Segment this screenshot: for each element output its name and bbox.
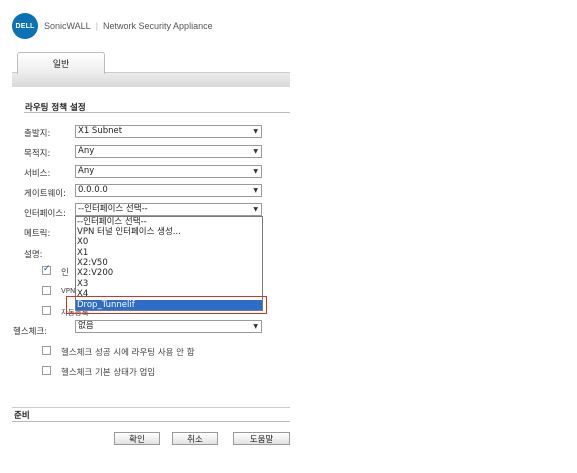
checkbox-3[interactable] xyxy=(42,306,51,315)
source-label: 출발지: xyxy=(24,129,51,139)
healthcheck-select[interactable]: 없음 ▼ xyxy=(75,320,262,333)
product-name: Network Security Appliance xyxy=(103,21,213,31)
checkbox-2-label: VPN xyxy=(61,287,76,295)
destination-label: 목적지: xyxy=(24,149,51,159)
highlight-box xyxy=(66,296,267,314)
dropdown-option[interactable]: X2:V50 xyxy=(77,258,108,268)
status-text: 준비 xyxy=(14,411,30,421)
brand-name: SonicWALL xyxy=(44,21,91,31)
dropdown-option[interactable]: X0 xyxy=(77,237,88,247)
tab-general[interactable]: 일반 xyxy=(17,52,105,74)
divider xyxy=(24,112,290,113)
chevron-down-icon: ▼ xyxy=(253,323,258,330)
dell-logo: DELL xyxy=(12,13,38,39)
divider xyxy=(12,407,290,408)
interface-select[interactable]: --인터페이스 선택-- ▼ xyxy=(75,203,262,216)
chevron-down-icon: ▼ xyxy=(253,187,258,194)
metric-label: 메트릭: xyxy=(24,229,51,239)
health-option-2-checkbox[interactable] xyxy=(42,366,51,375)
dropdown-option[interactable]: X2:V200 xyxy=(77,268,113,278)
dropdown-option[interactable]: VPN 터널 인터페이스 생성... xyxy=(77,227,181,237)
chevron-down-icon: ▼ xyxy=(253,206,258,213)
chevron-down-icon: ▼ xyxy=(253,128,258,135)
ok-button[interactable]: 확인 xyxy=(114,432,160,445)
chevron-down-icon: ▼ xyxy=(253,168,258,175)
source-select[interactable]: X1 Subnet ▼ xyxy=(75,125,262,138)
divider xyxy=(12,421,290,422)
healthcheck-label: 헬스체크: xyxy=(13,327,48,337)
service-label: 서비스: xyxy=(24,169,51,179)
checkbox-2[interactable] xyxy=(42,286,51,295)
gateway-select[interactable]: 0.0.0.0 ▼ xyxy=(75,184,262,197)
chevron-down-icon: ▼ xyxy=(253,148,258,155)
tab-bar xyxy=(12,72,290,87)
health-option-1-label: 헬스체크 성공 시에 라우팅 사용 안 함 xyxy=(61,348,195,358)
service-select[interactable]: Any ▼ xyxy=(75,165,262,178)
destination-select[interactable]: Any ▼ xyxy=(75,145,262,158)
checkbox-1[interactable] xyxy=(42,264,51,275)
gateway-label: 게이트웨이: xyxy=(24,189,66,199)
help-button[interactable]: 도움말 xyxy=(233,432,290,445)
health-option-2-label: 헬스체크 기본 상태가 업임 xyxy=(61,368,156,378)
dropdown-option[interactable]: X3 xyxy=(77,279,88,289)
cancel-button[interactable]: 취소 xyxy=(172,432,218,445)
brand-title: SonicWALL | Network Security Appliance xyxy=(44,21,213,31)
interface-label: 인터페이스: xyxy=(24,209,66,219)
settings-label: 설명: xyxy=(24,250,43,260)
dropdown-option[interactable]: X1 xyxy=(77,248,88,258)
health-option-1-checkbox[interactable] xyxy=(42,346,51,355)
dropdown-option[interactable]: --인터페이스 선택-- xyxy=(77,217,147,227)
checkbox-1-label: 인 xyxy=(61,268,69,278)
